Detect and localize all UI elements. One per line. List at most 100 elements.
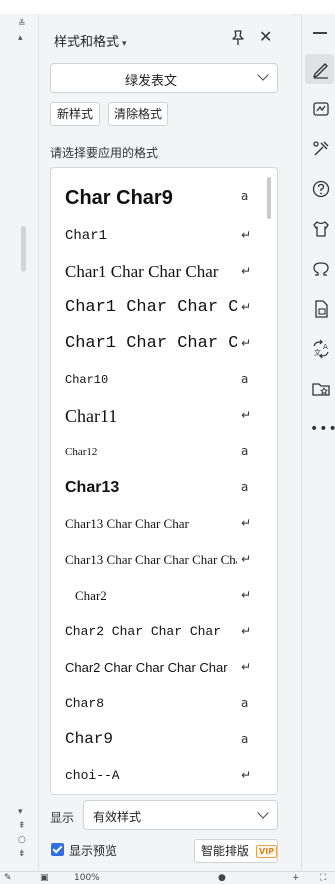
next-page-icon[interactable]: ⇟	[18, 850, 26, 859]
show-preview-checkbox[interactable]	[51, 843, 64, 856]
tools-icon[interactable]	[310, 138, 332, 160]
zoom-in-icon[interactable]: +	[292, 873, 300, 883]
smart-layout-label: 智能排版	[201, 844, 250, 858]
list-item[interactable]: choi--A ↵	[51, 757, 277, 793]
chevron-down-icon: ▾	[122, 39, 127, 49]
zoom-level[interactable]: 100%	[74, 873, 100, 883]
style-name: Char2 Char Char Char	[65, 624, 222, 639]
list-item[interactable]: Char1 ↵	[51, 217, 277, 253]
show-filter-dropdown[interactable]: 有效样式	[83, 800, 278, 830]
style-name: Char1	[65, 228, 108, 244]
list-item[interactable]: Char13 Char Char Char Char Char ↵	[51, 541, 277, 577]
vip-badge: VIP	[256, 845, 278, 858]
collapse-up-icon[interactable]: ≚	[18, 20, 26, 29]
chevron-down-icon	[257, 69, 269, 81]
clear-format-button[interactable]: 清除格式	[108, 102, 168, 126]
list-item[interactable]: Char11 ↵	[51, 397, 277, 433]
character-style-icon: a	[241, 696, 249, 710]
style-list: Char Char9 a Char1 ↵ Char1 Char Char Cha…	[50, 167, 278, 795]
folder-star-icon[interactable]	[310, 378, 332, 400]
list-item[interactable]: Char9 a	[51, 721, 277, 757]
prev-page-icon[interactable]: ⇞	[18, 822, 26, 831]
scroll-up-icon[interactable]: ▴	[18, 34, 23, 43]
list-item[interactable]: Char13 a	[51, 469, 277, 505]
status-bar	[0, 871, 335, 884]
paragraph-style-icon: ↵	[241, 516, 252, 530]
document-image-icon[interactable]	[310, 298, 332, 320]
shirt-icon[interactable]	[310, 218, 332, 240]
top-strip	[0, 0, 335, 15]
document-scrollbar-thumb[interactable]	[21, 226, 26, 272]
show-preview-label[interactable]: 显示预览	[69, 842, 117, 859]
style-name: Char1 Char Char Char	[65, 298, 237, 317]
current-style-value: 绿发表文	[124, 74, 177, 89]
character-style-icon: a	[241, 189, 249, 203]
select-browse-object-icon[interactable]: ○	[18, 836, 26, 845]
left-gutter: ≚ ▴ ▾ ⇞ ○ ⇟	[0, 14, 39, 871]
list-item[interactable]: Char2 ↵	[51, 577, 277, 613]
style-name: Char2 Char Char Char Char	[65, 660, 228, 675]
paragraph-style-icon: ↵	[241, 228, 252, 242]
fit-page-icon[interactable]: ▣	[40, 873, 49, 883]
paragraph-style-icon: ↵	[241, 588, 252, 602]
paragraph-style-icon: ↵	[241, 552, 252, 566]
more-icon[interactable]: •••	[310, 418, 335, 440]
list-item[interactable]: Char1 Char Char Char ↵	[51, 253, 277, 289]
style-name: Char2	[75, 588, 107, 603]
show-label: 显示	[50, 811, 75, 825]
character-style-icon: a	[241, 444, 249, 458]
minimize-icon[interactable]	[313, 32, 327, 34]
show-filter-value: 有效样式	[93, 810, 142, 824]
smart-layout-button[interactable]: 智能排版 VIP	[194, 839, 278, 863]
symbol-omega-icon[interactable]	[310, 258, 332, 280]
style-name: Char Char9	[65, 187, 173, 209]
paragraph-style-icon: ↵	[241, 408, 252, 422]
list-item[interactable]: Char1 Char Char Char ↵	[51, 289, 277, 325]
current-style-dropdown[interactable]: 绿发表文	[50, 63, 278, 93]
chevron-down-icon	[257, 807, 269, 819]
style-name: Char13 Char Char Char	[65, 516, 189, 531]
new-style-button[interactable]: 新样式	[50, 102, 100, 126]
style-name: Char11	[65, 406, 118, 426]
character-style-icon: a	[241, 372, 249, 386]
smart-format-icon[interactable]	[310, 98, 332, 120]
style-name: Char13 Char Char Char Char Char	[65, 552, 237, 567]
list-item[interactable]: Char2 Char Char Char Char ↵	[51, 649, 277, 685]
style-brush-icon[interactable]	[310, 58, 332, 80]
list-item[interactable]: Char1 Char Char Char ↵	[51, 325, 277, 361]
style-name: Char1 Char Char Char	[65, 262, 219, 281]
list-item[interactable]: Char10 a	[51, 361, 277, 397]
fullscreen-icon[interactable]: ⛶	[320, 873, 326, 883]
panel-title-menu[interactable]: 样式和格式 ▾	[54, 31, 127, 50]
style-name: Char13	[65, 479, 120, 496]
pin-icon[interactable]	[229, 29, 247, 47]
scroll-down-icon[interactable]: ▾	[18, 808, 23, 817]
zoom-slider-knob[interactable]: ●	[218, 873, 226, 883]
list-item[interactable]: Char13 Char Char Char ↵	[51, 505, 277, 541]
paragraph-style-icon: ↵	[241, 264, 252, 278]
style-list-scrollbar[interactable]	[267, 177, 271, 219]
close-icon[interactable]: ✕	[259, 28, 272, 46]
edit-icon[interactable]: ✎	[4, 873, 12, 883]
style-name: Char10	[65, 373, 109, 387]
list-item[interactable]: Char8 a	[51, 685, 277, 721]
styles-formatting-panel: 样式和格式 ▾ ✕ 绿发表文 新样式 清除格式 请选择要应用的格式 Char Ch…	[39, 14, 291, 871]
style-name: choi--A	[65, 768, 120, 783]
translate-icon[interactable]: 文 A	[310, 338, 332, 360]
help-icon[interactable]	[310, 178, 332, 200]
paragraph-style-icon: ↵	[241, 300, 252, 314]
style-name: Char1 Char Char Char	[65, 334, 237, 353]
paragraph-style-icon: ↵	[241, 768, 252, 782]
character-style-icon: a	[241, 480, 249, 494]
style-name: Char8	[65, 696, 105, 711]
svg-text:文: 文	[314, 348, 321, 357]
panel-title: 样式和格式	[54, 35, 120, 50]
list-item[interactable]: Char2 Char Char Char ↵	[51, 613, 277, 649]
style-name: Char9	[65, 730, 114, 748]
apply-format-label: 请选择要应用的格式	[50, 146, 159, 160]
style-name: Char12	[65, 446, 98, 458]
list-item[interactable]: Char12 a	[51, 433, 277, 469]
paragraph-style-icon: ↵	[241, 660, 252, 674]
paragraph-style-icon: ↵	[241, 336, 252, 350]
list-item[interactable]: Char Char9 a	[51, 179, 277, 215]
